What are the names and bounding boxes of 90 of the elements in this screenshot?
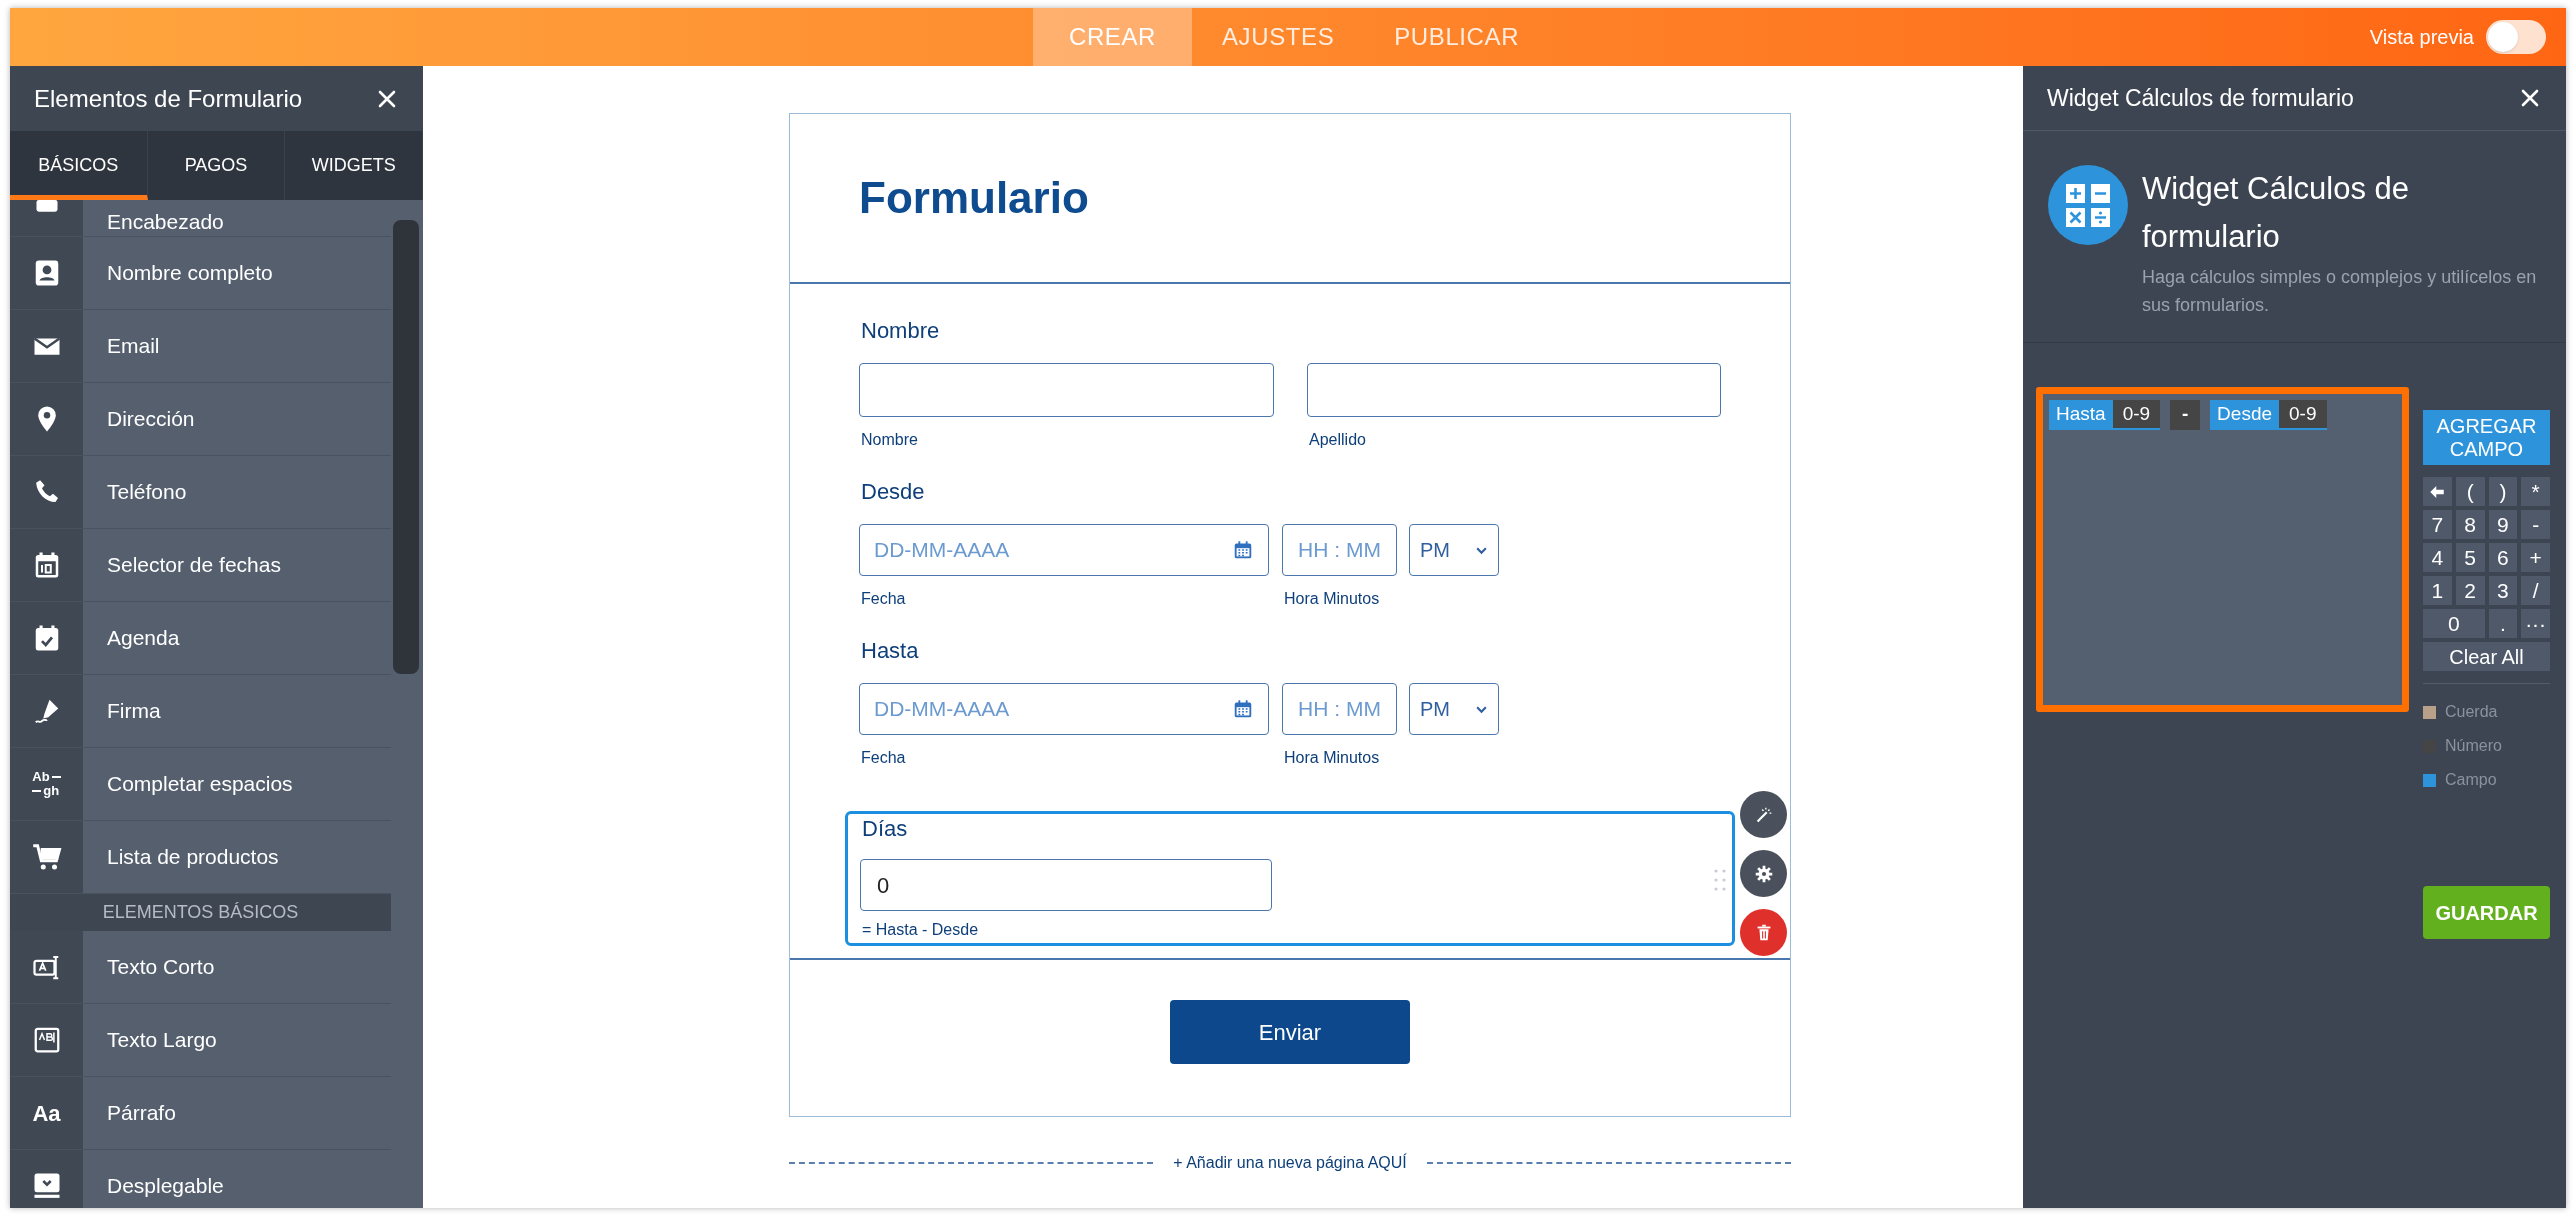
element-label: Agenda [106, 625, 180, 652]
text-input[interactable] [859, 363, 1274, 417]
keypad-key[interactable]: 2 [2455, 576, 2485, 605]
keypad-key[interactable]: 8 [2455, 510, 2485, 539]
legend-label: Número [2445, 736, 2502, 756]
element-item[interactable]: Nombre completo [10, 237, 391, 310]
keypad-key[interactable]: 6 [2488, 543, 2518, 572]
text-input[interactable] [1306, 363, 1721, 417]
field-sublabel: Hora Minutos [1284, 590, 1380, 608]
keypad-key[interactable]: 9 [2488, 510, 2518, 539]
backspace-key[interactable] [2423, 477, 2452, 506]
element-label: Selector de fechas [106, 552, 281, 579]
magic-wand-button[interactable] [1740, 791, 1787, 838]
form-title: Formulario [859, 172, 1089, 224]
field-sublabel: Nombre [861, 431, 919, 449]
keypad-key[interactable]: - [2521, 510, 2550, 539]
element-label: Teléfono [106, 479, 187, 506]
panel-title: Elementos de Formulario [34, 83, 303, 114]
keypad-key[interactable]: / [2521, 576, 2550, 605]
preview-toggle[interactable] [2486, 20, 2546, 54]
element-item[interactable]: Agenda [10, 602, 391, 675]
drag-handle-icon[interactable] [1714, 869, 1726, 891]
scrollbar-thumb[interactable] [393, 220, 419, 674]
formula-hint: = Hasta - Desde [862, 921, 979, 938]
legend-label: Cuerda [2445, 702, 2498, 722]
keypad-key[interactable]: 5 [2455, 543, 2485, 572]
element-item[interactable]: Desplegable [10, 1150, 391, 1208]
calculator-icon [2048, 165, 2128, 245]
element-item[interactable]: Teléfono [10, 456, 391, 529]
delete-button[interactable] [1740, 909, 1787, 956]
element-label: Completar espacios [106, 771, 293, 798]
element-item[interactable]: Texto Corto [10, 931, 391, 1004]
keypad-key[interactable]: ) [2488, 477, 2518, 506]
element-label: Párrafo [106, 1100, 176, 1127]
cart-icon [31, 842, 62, 872]
field-sublabel: Fecha [861, 590, 907, 608]
element-item[interactable]: Aa Párrafo [10, 1077, 391, 1150]
keypad-key[interactable]: 7 [2423, 510, 2452, 539]
field-sublabel: Apellido [1309, 431, 1366, 449]
element-label: Texto Largo [106, 1027, 217, 1054]
keypad-key[interactable]: + [2521, 543, 2550, 572]
calendar-icon [1232, 698, 1254, 720]
keypad-key[interactable]: 1 [2423, 576, 2452, 605]
element-label: Texto Corto [106, 954, 215, 981]
ampm-select[interactable]: PM [1409, 524, 1499, 576]
keypad-key[interactable]: . [2488, 609, 2518, 638]
field-label: Desde [860, 479, 926, 505]
element-item[interactable]: Texto Largo [10, 1004, 391, 1077]
formula-editor[interactable]: Hasta 0-9 - Desde 0-9 [2036, 387, 2409, 712]
element-label: Nombre completo [106, 260, 273, 287]
panel-title: Widget Cálculos de formulario [2047, 83, 2354, 113]
preview-label: Vista previa [2369, 25, 2474, 50]
element-item[interactable]: Firma [10, 675, 391, 748]
widget-name: Widget Cálculos de formulario [2142, 170, 2411, 256]
field-label: Hasta [860, 638, 920, 664]
keypad-key[interactable]: 3 [2488, 576, 2518, 605]
keypad-key[interactable]: * [2521, 477, 2550, 506]
settings-button[interactable] [1740, 850, 1787, 897]
field-sublabel: Fecha [861, 749, 907, 767]
ampm-select[interactable]: PM [1409, 683, 1499, 735]
section-header: ELEMENTOS BÁSICOS [10, 894, 391, 931]
element-item[interactable]: Ab gh Completar espacios [10, 748, 391, 821]
element-label: Desplegable [106, 1173, 224, 1200]
keypad-key[interactable]: 4 [2423, 543, 2452, 572]
element-label: Lista de productos [106, 844, 279, 871]
element-item[interactable]: Dirección [10, 383, 391, 456]
element-item[interactable]: Selector de fechas [10, 529, 391, 602]
keypad-key[interactable]: ( [2455, 477, 2485, 506]
element-label: Encabezado [106, 210, 224, 235]
element-item[interactable]: Lista de productos [10, 821, 391, 894]
legend-label: Campo [2445, 770, 2497, 790]
element-item[interactable]: Encabezado [10, 200, 391, 237]
element-label: Email [106, 333, 160, 360]
submit-button[interactable]: Enviar [1170, 1000, 1410, 1064]
keypad-key[interactable]: ··· [2521, 609, 2550, 638]
keypad-key[interactable]: 0 [2423, 609, 2485, 638]
panel-tab[interactable]: PAGOS [147, 131, 286, 200]
paragraph-icon: Aa [32, 1096, 61, 1130]
field-label: Nombre [860, 318, 941, 344]
add-page-link[interactable]: + Añadir una nueva página AQUÍ [1173, 1151, 1407, 1175]
widget-description: Haga cálculos simples o complejos y utilícelos en sus formularios. [2142, 266, 2538, 317]
element-item[interactable]: Email [10, 310, 391, 383]
calendar-icon [1232, 539, 1254, 561]
element-label: Firma [106, 698, 161, 725]
number-input[interactable]: 0 [860, 859, 1272, 911]
field-sublabel: Hora Minutos [1284, 749, 1380, 767]
clear-all-button[interactable]: Clear All [2423, 642, 2550, 671]
element-label: Dirección [106, 406, 195, 433]
operator-token[interactable]: - [2170, 400, 2201, 430]
field-label: Días [861, 816, 909, 842]
